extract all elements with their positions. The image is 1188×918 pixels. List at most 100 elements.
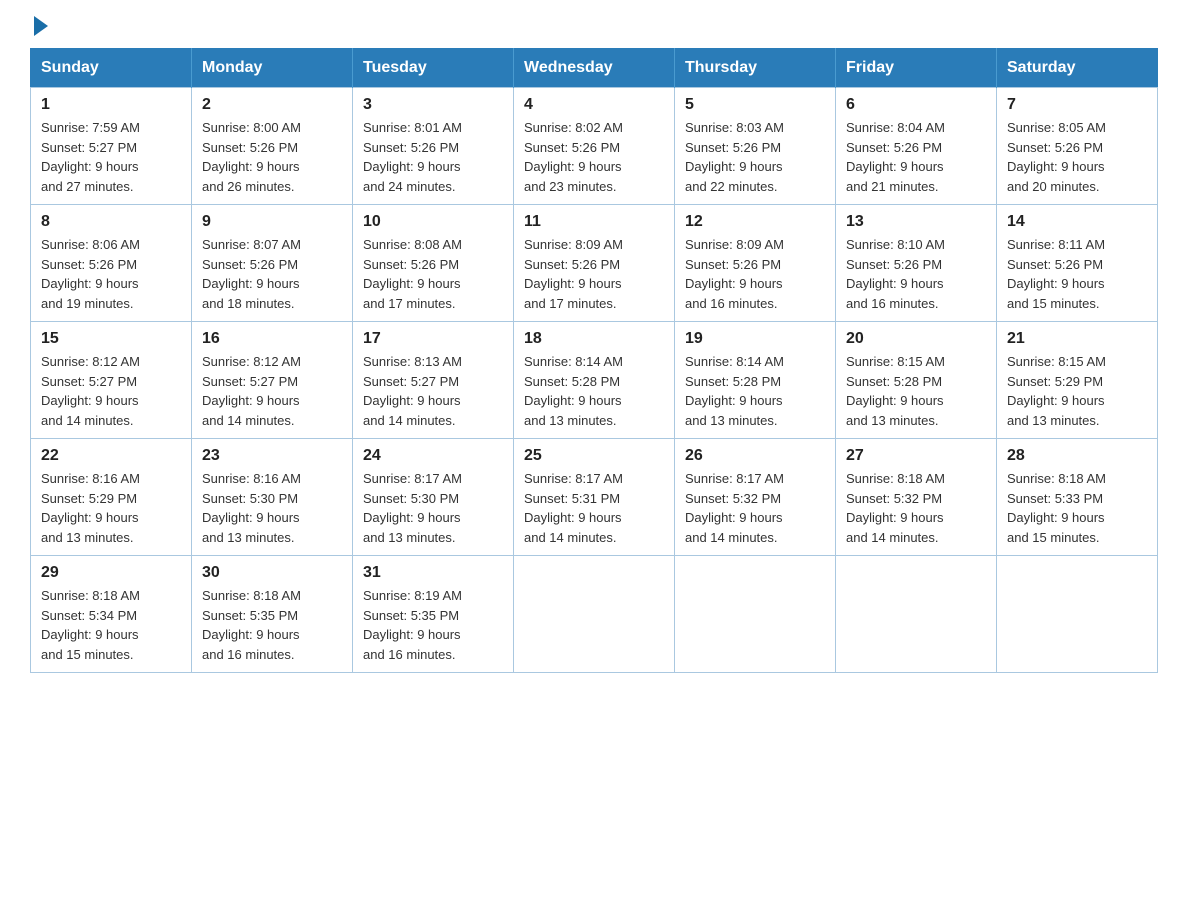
day-info: Sunrise: 8:12 AMSunset: 5:27 PMDaylight:… [41, 352, 181, 430]
day-number: 18 [524, 330, 664, 348]
day-number: 20 [846, 330, 986, 348]
calendar-cell: 28 Sunrise: 8:18 AMSunset: 5:33 PMDayligh… [997, 439, 1158, 556]
day-number: 24 [363, 447, 503, 465]
day-info: Sunrise: 8:16 AMSunset: 5:30 PMDaylight:… [202, 469, 342, 547]
day-info: Sunrise: 8:14 AMSunset: 5:28 PMDaylight:… [685, 352, 825, 430]
weekday-header-thursday: Thursday [675, 49, 836, 88]
calendar-cell: 10 Sunrise: 8:08 AMSunset: 5:26 PMDayligh… [353, 205, 514, 322]
day-info: Sunrise: 8:03 AMSunset: 5:26 PMDaylight:… [685, 118, 825, 196]
day-number: 19 [685, 330, 825, 348]
day-number: 22 [41, 447, 181, 465]
day-info: Sunrise: 8:00 AMSunset: 5:26 PMDaylight:… [202, 118, 342, 196]
calendar-cell: 14Sunrise: 8:11 AMSunset: 5:26 PMDayligh… [997, 205, 1158, 322]
day-number: 21 [1007, 330, 1147, 348]
calendar-cell: 12 Sunrise: 8:09 AMSunset: 5:26 PMDayligh… [675, 205, 836, 322]
weekday-header-sunday: Sunday [31, 49, 192, 88]
calendar-cell: 24 Sunrise: 8:17 AMSunset: 5:30 PMDayligh… [353, 439, 514, 556]
calendar-cell [997, 556, 1158, 673]
day-info: Sunrise: 8:05 AMSunset: 5:26 PMDaylight:… [1007, 118, 1147, 196]
day-info: Sunrise: 8:04 AMSunset: 5:26 PMDaylight:… [846, 118, 986, 196]
day-info: Sunrise: 8:17 AMSunset: 5:30 PMDaylight:… [363, 469, 503, 547]
day-number: 29 [41, 564, 181, 582]
calendar-cell: 22 Sunrise: 8:16 AMSunset: 5:29 PMDayligh… [31, 439, 192, 556]
day-info: Sunrise: 8:18 AMSunset: 5:35 PMDaylight:… [202, 586, 342, 664]
calendar-cell: 18 Sunrise: 8:14 AMSunset: 5:28 PMDayligh… [514, 322, 675, 439]
calendar-week-row: 1Sunrise: 7:59 AMSunset: 5:27 PMDaylight… [31, 88, 1158, 205]
logo-arrow-icon [34, 16, 48, 36]
day-number: 12 [685, 213, 825, 231]
weekday-header-monday: Monday [192, 49, 353, 88]
calendar-cell: 29 Sunrise: 8:18 AMSunset: 5:34 PMDayligh… [31, 556, 192, 673]
day-info: Sunrise: 8:16 AMSunset: 5:29 PMDaylight:… [41, 469, 181, 547]
day-number: 27 [846, 447, 986, 465]
day-number: 1 [41, 96, 181, 114]
weekday-header-tuesday: Tuesday [353, 49, 514, 88]
day-number: 9 [202, 213, 342, 231]
day-number: 28 [1007, 447, 1147, 465]
calendar-week-row: 15Sunrise: 8:12 AMSunset: 5:27 PMDayligh… [31, 322, 1158, 439]
day-info: Sunrise: 8:06 AMSunset: 5:26 PMDaylight:… [41, 235, 181, 313]
day-info: Sunrise: 8:17 AMSunset: 5:31 PMDaylight:… [524, 469, 664, 547]
day-number: 17 [363, 330, 503, 348]
day-number: 6 [846, 96, 986, 114]
calendar-cell: 1Sunrise: 7:59 AMSunset: 5:27 PMDaylight… [31, 88, 192, 205]
day-info: Sunrise: 8:12 AMSunset: 5:27 PMDaylight:… [202, 352, 342, 430]
calendar-cell: 25Sunrise: 8:17 AMSunset: 5:31 PMDayligh… [514, 439, 675, 556]
day-info: Sunrise: 8:07 AMSunset: 5:26 PMDaylight:… [202, 235, 342, 313]
calendar-cell: 19 Sunrise: 8:14 AMSunset: 5:28 PMDayligh… [675, 322, 836, 439]
day-info: Sunrise: 8:18 AMSunset: 5:32 PMDaylight:… [846, 469, 986, 547]
calendar-cell: 23 Sunrise: 8:16 AMSunset: 5:30 PMDayligh… [192, 439, 353, 556]
day-info: Sunrise: 8:17 AMSunset: 5:32 PMDaylight:… [685, 469, 825, 547]
calendar-cell: 21Sunrise: 8:15 AMSunset: 5:29 PMDayligh… [997, 322, 1158, 439]
calendar-week-row: 22 Sunrise: 8:16 AMSunset: 5:29 PMDayligh… [31, 439, 1158, 556]
calendar-cell: 3 Sunrise: 8:01 AMSunset: 5:26 PMDaylight… [353, 88, 514, 205]
day-info: Sunrise: 8:15 AMSunset: 5:28 PMDaylight:… [846, 352, 986, 430]
calendar-table: SundayMondayTuesdayWednesdayThursdayFrid… [30, 48, 1158, 673]
calendar-week-row: 29 Sunrise: 8:18 AMSunset: 5:34 PMDayligh… [31, 556, 1158, 673]
day-number: 11 [524, 213, 664, 231]
calendar-cell: 31Sunrise: 8:19 AMSunset: 5:35 PMDayligh… [353, 556, 514, 673]
calendar-cell: 26 Sunrise: 8:17 AMSunset: 5:32 PMDayligh… [675, 439, 836, 556]
calendar-cell: 2 Sunrise: 8:00 AMSunset: 5:26 PMDaylight… [192, 88, 353, 205]
day-number: 13 [846, 213, 986, 231]
day-number: 30 [202, 564, 342, 582]
day-info: Sunrise: 8:14 AMSunset: 5:28 PMDaylight:… [524, 352, 664, 430]
calendar-cell: 30 Sunrise: 8:18 AMSunset: 5:35 PMDayligh… [192, 556, 353, 673]
day-number: 10 [363, 213, 503, 231]
calendar-cell: 16 Sunrise: 8:12 AMSunset: 5:27 PMDayligh… [192, 322, 353, 439]
calendar-cell [514, 556, 675, 673]
day-info: Sunrise: 8:18 AMSunset: 5:33 PMDaylight:… [1007, 469, 1147, 547]
day-number: 16 [202, 330, 342, 348]
day-info: Sunrise: 8:08 AMSunset: 5:26 PMDaylight:… [363, 235, 503, 313]
day-number: 3 [363, 96, 503, 114]
calendar-cell: 4 Sunrise: 8:02 AMSunset: 5:26 PMDaylight… [514, 88, 675, 205]
day-info: Sunrise: 8:10 AMSunset: 5:26 PMDaylight:… [846, 235, 986, 313]
day-number: 8 [41, 213, 181, 231]
calendar-cell: 13 Sunrise: 8:10 AMSunset: 5:26 PMDayligh… [836, 205, 997, 322]
calendar-cell: 8 Sunrise: 8:06 AMSunset: 5:26 PMDaylight… [31, 205, 192, 322]
weekday-header-wednesday: Wednesday [514, 49, 675, 88]
day-info: Sunrise: 8:19 AMSunset: 5:35 PMDaylight:… [363, 586, 503, 664]
day-number: 2 [202, 96, 342, 114]
day-number: 4 [524, 96, 664, 114]
calendar-cell [836, 556, 997, 673]
calendar-cell: 27 Sunrise: 8:18 AMSunset: 5:32 PMDayligh… [836, 439, 997, 556]
calendar-week-row: 8 Sunrise: 8:06 AMSunset: 5:26 PMDaylight… [31, 205, 1158, 322]
calendar-cell: 5Sunrise: 8:03 AMSunset: 5:26 PMDaylight… [675, 88, 836, 205]
calendar-cell: 15Sunrise: 8:12 AMSunset: 5:27 PMDayligh… [31, 322, 192, 439]
logo [30, 20, 48, 30]
day-number: 23 [202, 447, 342, 465]
weekday-header-saturday: Saturday [997, 49, 1158, 88]
calendar-cell: 7 Sunrise: 8:05 AMSunset: 5:26 PMDaylight… [997, 88, 1158, 205]
day-info: Sunrise: 8:11 AMSunset: 5:26 PMDaylight:… [1007, 235, 1147, 313]
day-number: 7 [1007, 96, 1147, 114]
day-info: Sunrise: 8:01 AMSunset: 5:26 PMDaylight:… [363, 118, 503, 196]
calendar-cell [675, 556, 836, 673]
day-info: Sunrise: 8:18 AMSunset: 5:34 PMDaylight:… [41, 586, 181, 664]
calendar-cell: 20 Sunrise: 8:15 AMSunset: 5:28 PMDayligh… [836, 322, 997, 439]
day-info: Sunrise: 8:02 AMSunset: 5:26 PMDaylight:… [524, 118, 664, 196]
weekday-header-friday: Friday [836, 49, 997, 88]
day-info: Sunrise: 8:09 AMSunset: 5:26 PMDaylight:… [685, 235, 825, 313]
page-header [30, 20, 1158, 30]
day-number: 26 [685, 447, 825, 465]
